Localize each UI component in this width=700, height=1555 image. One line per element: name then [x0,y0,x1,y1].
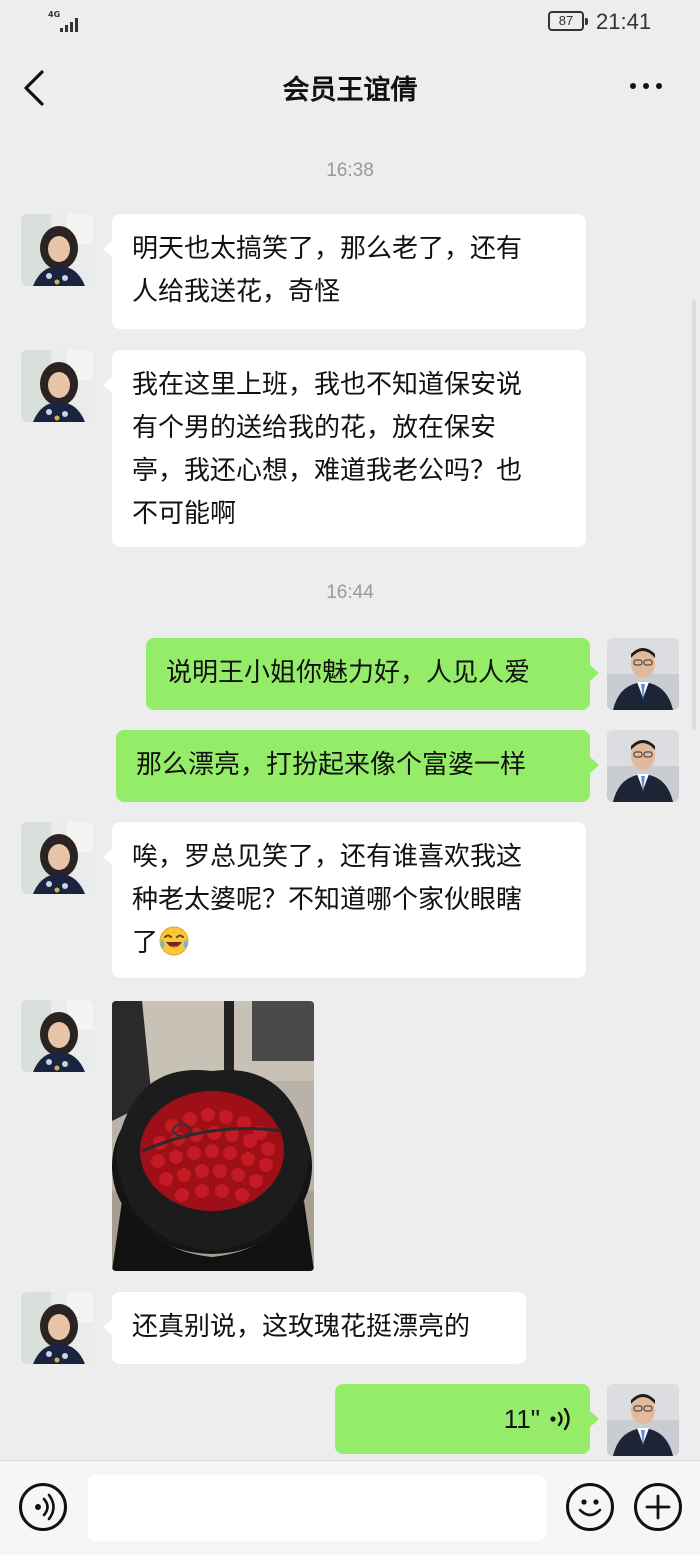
message-text: 那么漂亮，打扮起来像个富婆一样 [136,750,527,780]
timestamp: 16:38 [326,160,374,181]
voice-toggle-button[interactable] [19,1483,67,1531]
avatar-photo [607,730,679,802]
back-button[interactable] [16,66,56,110]
laughing-crying-emoji-icon [159,926,189,956]
signal-icon: 4G [46,10,82,32]
message-text: 说明王小姐你魅力好，人见人爱 [166,658,531,688]
contact-avatar[interactable] [21,822,93,894]
contact-avatar[interactable] [21,350,93,422]
my-avatar[interactable] [607,638,679,710]
message-text-line: 我在这里上班，我也不知道保安说 [132,370,523,400]
input-bar [0,1460,700,1555]
avatar-photo [21,350,93,422]
more-icon [630,83,636,89]
timestamp: 16:44 [326,582,374,603]
voice-wave-icon [550,1407,570,1431]
rose-bouquet-image [112,1001,314,1271]
chat-title: 会员王谊倩 [282,75,418,106]
message-text-line: 了 [132,922,566,965]
message-text-line: 有个男的送给我的花，放在保安 [132,413,497,443]
avatar-photo [607,638,679,710]
status-time: 21:41 [596,9,652,34]
contact-avatar[interactable] [21,1292,93,1364]
my-avatar[interactable] [607,730,679,802]
message-text-line: 种老太婆呢？不知道哪个家伙眼瞎 [132,885,523,915]
message-text: 还真别说，这玫瑰花挺漂亮的 [132,1312,471,1342]
contact-avatar[interactable] [21,1000,93,1072]
battery-icon: 87 [548,11,588,31]
message-input[interactable] [88,1475,546,1541]
message-text-line: 亭，我还心想，难道我老公吗？也 [132,456,523,486]
plus-icon [645,1494,671,1520]
my-avatar[interactable] [607,1384,679,1456]
emoji-button[interactable] [566,1483,614,1531]
message-text-line: 不可能啊 [132,499,237,529]
network-type: 4G [48,10,61,19]
avatar-photo [21,1292,93,1364]
chevron-left-icon [24,70,44,106]
message-text-line: 人给我送花，奇怪 [132,277,341,307]
message-bubble[interactable]: 唉，罗总见笑了，还有谁喜欢我这 种老太婆呢？不知道哪个家伙眼瞎 了 [103,822,586,978]
more-button[interactable] [630,74,670,98]
avatar-photo [607,1384,679,1456]
message-bubble[interactable]: 那么漂亮，打扮起来像个富婆一样 [116,730,599,802]
avatar-photo [21,1000,93,1072]
voice-message[interactable]: 11" [335,1384,599,1454]
chat-header: 会员王谊倩 [0,44,700,130]
avatar-photo [21,822,93,894]
message-bubble[interactable]: 明天也太搞笑了，那么老了，还有 人给我送花，奇怪 [103,214,586,329]
message-text-fragment: 了 [132,928,159,958]
message-bubble[interactable]: 还真别说，这玫瑰花挺漂亮的 [103,1292,526,1364]
add-button[interactable] [634,1483,682,1531]
voice-icon [35,1493,55,1521]
message-bubble[interactable]: 说明王小姐你魅力好，人见人爱 [146,638,599,710]
scrollbar[interactable] [692,300,696,730]
emoji-icon [578,1499,602,1517]
voice-duration: 11" [503,1403,540,1434]
contact-avatar[interactable] [21,214,93,286]
message-text-line: 明天也太搞笑了，那么老了，还有 [132,234,523,264]
message-bubble[interactable]: 我在这里上班，我也不知道保安说 有个男的送给我的花，放在保安 亭，我还心想，难道… [103,350,586,547]
status-bar: 4G 87 21:41 [0,0,700,44]
image-message[interactable] [112,1001,314,1271]
avatar-photo [21,214,93,286]
message-text-line: 唉，罗总见笑了，还有谁喜欢我这 [132,842,523,872]
